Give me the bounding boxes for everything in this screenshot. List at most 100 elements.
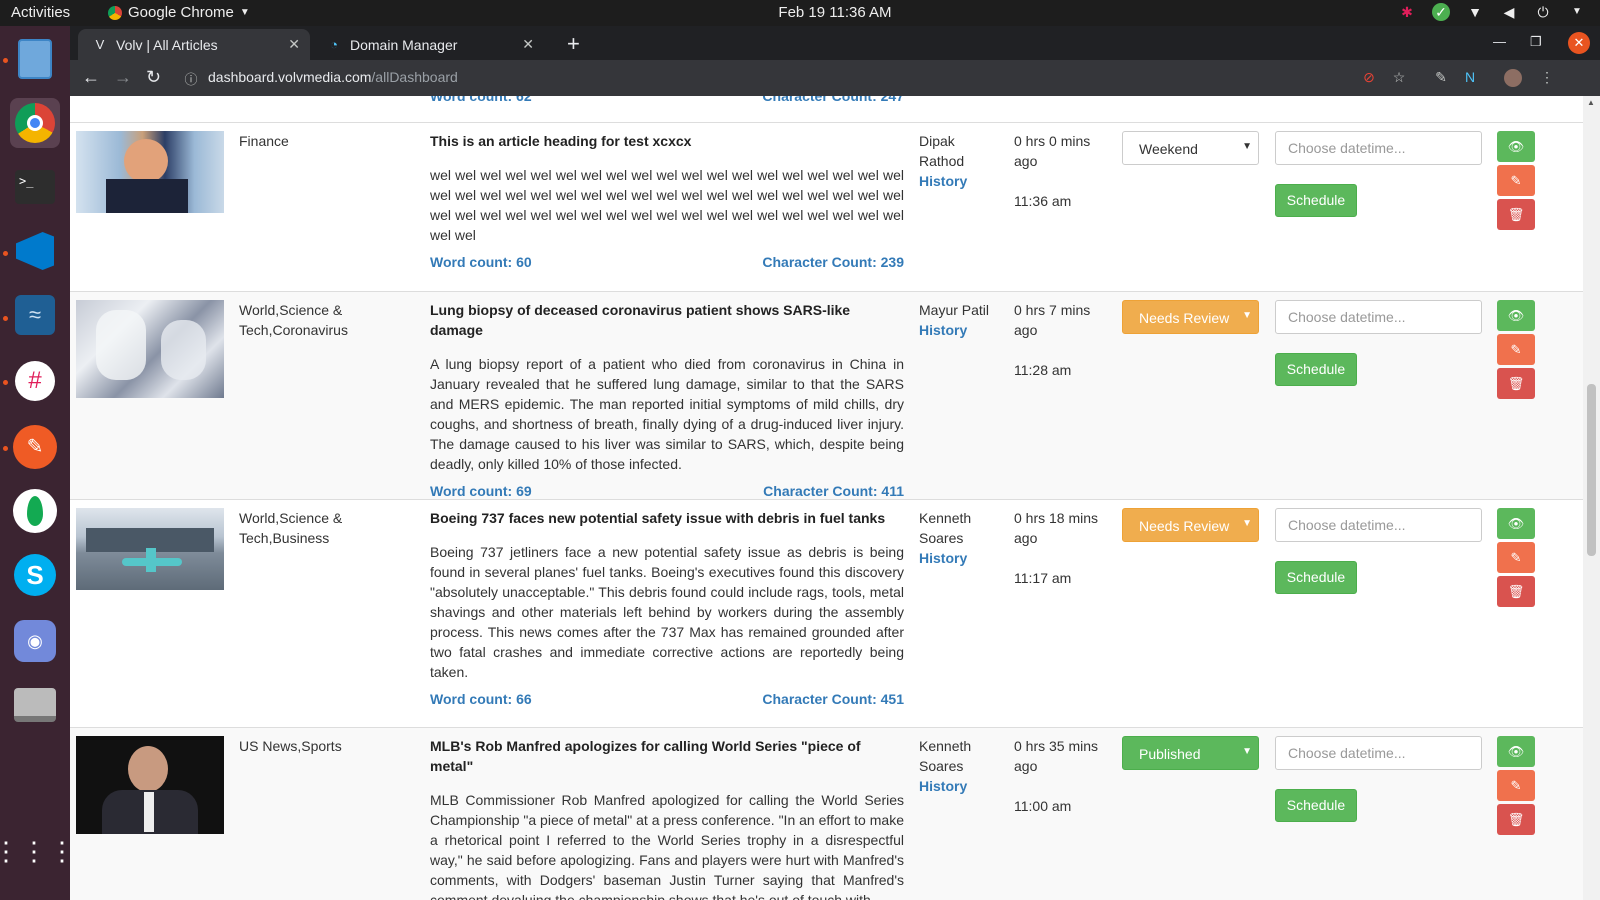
extension-eyedropper-icon[interactable]: ✎ (1432, 69, 1450, 87)
blocked-cookie-icon[interactable]: ⊘ (1360, 69, 1378, 87)
address-bar[interactable]: dashboard.volvmedia.com/allDashboard (208, 69, 458, 85)
article-body: A lung biopsy report of a patient who di… (430, 356, 904, 472)
check-tray-icon[interactable]: ✓ (1432, 3, 1450, 21)
skype-icon[interactable]: S (10, 550, 60, 600)
menu-kebab-icon[interactable]: ⋮ (1538, 69, 1556, 87)
view-button[interactable]: 👁 (1497, 508, 1535, 539)
forward-arrow-icon[interactable]: → (114, 67, 132, 88)
maximize-icon[interactable]: ❐ (1530, 34, 1542, 50)
status-select[interactable]: Weekend ▼ (1122, 131, 1259, 165)
terminal-icon[interactable]: >_ (10, 162, 60, 212)
vscode-icon[interactable] (10, 226, 60, 276)
system-tray[interactable]: ✱ ✓ ▼ ◀ ⏻ ▼ (1398, 3, 1586, 21)
tab-all-articles[interactable]: V Volv | All Articles ✕ (78, 29, 310, 60)
wifi-icon[interactable]: ▼ (1466, 3, 1484, 21)
edit-icon: ✎ (1510, 778, 1522, 793)
word-count-value: 66 (516, 691, 532, 707)
profile-avatar[interactable] (1504, 69, 1522, 87)
system-top-bar: Activities Google Chrome ▼ Feb 19 11:36 … (0, 0, 1600, 26)
close-window-icon[interactable]: ✕ (1568, 32, 1590, 54)
drive-icon[interactable] (10, 680, 60, 730)
volume-icon[interactable]: ◀ (1500, 3, 1518, 21)
article-author: Mayur Patil History (919, 300, 999, 340)
running-indicator (3, 58, 8, 63)
article-content: Boeing 737 faces new potential safety is… (430, 508, 904, 707)
chevron-down-icon[interactable]: ▼ (1568, 3, 1586, 21)
word-count-clipped: Word count: 62 (430, 96, 532, 104)
schedule-button[interactable]: Schedule (1275, 561, 1357, 594)
article-title: MLB's Rob Manfred apologizes for calling… (430, 738, 861, 774)
character-count: Character Count: 239 (762, 254, 904, 270)
article-title: This is an article heading for test xcxc… (430, 133, 692, 149)
delete-button[interactable]: 🗑 (1497, 804, 1535, 835)
view-button[interactable]: 👁 (1497, 736, 1535, 767)
close-tab-icon[interactable]: ✕ (288, 36, 300, 53)
minimize-icon[interactable]: — (1493, 34, 1506, 49)
url-host: dashboard.volvmedia.com (208, 69, 372, 85)
extension-n-icon[interactable]: N (1461, 69, 1479, 87)
character-count: Character Count: 411 (763, 483, 904, 499)
schedule-button[interactable]: Schedule (1275, 184, 1357, 217)
article-author: Kenneth Soares History (919, 736, 999, 796)
status-select[interactable]: Needs Review ▼ (1122, 300, 1259, 334)
scroll-up-icon[interactable]: ▲ (1587, 98, 1595, 107)
discord-icon[interactable]: ◉ (10, 616, 60, 666)
history-link[interactable]: History (919, 550, 967, 566)
app-grid-icon[interactable]: ⋮⋮⋮ (0, 826, 75, 876)
character-count: Character Count: 451 (762, 691, 904, 707)
close-tab-icon[interactable]: ✕ (522, 36, 534, 53)
reload-icon[interactable]: ↻ (146, 67, 161, 88)
chrome-icon[interactable] (10, 98, 60, 148)
article-title: Lung biopsy of deceased coronavirus pati… (430, 302, 851, 338)
history-link[interactable]: History (919, 322, 967, 338)
schedule-button[interactable]: Schedule (1275, 789, 1357, 822)
status-select[interactable]: Published ▼ (1122, 736, 1259, 770)
slack-tray-icon[interactable]: ✱ (1398, 3, 1416, 21)
back-arrow-icon[interactable]: ← (82, 67, 100, 88)
article-thumbnail[interactable] (76, 300, 224, 398)
article-thumbnail[interactable] (76, 736, 224, 834)
new-tab-button[interactable]: + (567, 31, 580, 57)
schedule-datetime-input[interactable] (1275, 300, 1482, 334)
schedule-datetime-input[interactable] (1275, 736, 1482, 770)
browser-toolbar: ← → ↻ ⓘ dashboard.volvmedia.com/allDashb… (70, 60, 1600, 96)
edit-button[interactable]: ✎ (1497, 770, 1535, 801)
delete-button[interactable]: 🗑 (1497, 199, 1535, 230)
wireshark-icon[interactable]: ≈ (10, 290, 60, 340)
schedule-datetime-input[interactable] (1275, 131, 1482, 165)
mongodb-compass-icon[interactable] (10, 486, 60, 536)
status-value: Needs Review (1139, 518, 1230, 534)
scrollbar-thumb[interactable] (1587, 384, 1596, 556)
article-thumbnail[interactable] (76, 131, 224, 213)
table-row: Finance This is an article heading for t… (70, 122, 1583, 291)
schedule-datetime-input[interactable] (1275, 508, 1482, 542)
caret-down-icon: ▼ (1242, 310, 1252, 321)
article-title: Boeing 737 faces new potential safety is… (430, 510, 886, 526)
status-select[interactable]: Needs Review ▼ (1122, 508, 1259, 542)
time-ago: 0 hrs 0 mins ago (1014, 133, 1091, 169)
system-clock[interactable]: Feb 19 11:36 AM (0, 4, 1600, 21)
article-time: 0 hrs 35 mins ago 11:00 am (1014, 736, 1114, 816)
bookmark-star-icon[interactable]: ☆ (1390, 69, 1408, 87)
edit-button[interactable]: ✎ (1497, 165, 1535, 196)
trash-icon: 🗑 (1507, 584, 1525, 599)
tab-domain-manager[interactable]: ◔ Domain Manager ✕ (312, 29, 544, 60)
view-button[interactable]: 👁 (1497, 131, 1535, 162)
schedule-button[interactable]: Schedule (1275, 353, 1357, 386)
edit-button[interactable]: ✎ (1497, 334, 1535, 365)
time-ago: 0 hrs 7 mins ago (1014, 302, 1091, 338)
article-body: Boeing 737 jetliners face a new potentia… (430, 544, 904, 680)
power-icon[interactable]: ⏻ (1534, 3, 1552, 21)
postman-icon[interactable]: ✎ (10, 422, 60, 472)
slack-icon[interactable]: # (10, 356, 60, 406)
files-icon[interactable] (10, 34, 60, 84)
delete-button[interactable]: 🗑 (1497, 576, 1535, 607)
view-button[interactable]: 👁 (1497, 300, 1535, 331)
edit-button[interactable]: ✎ (1497, 542, 1535, 573)
article-thumbnail[interactable] (76, 508, 224, 590)
info-icon[interactable]: ⓘ (182, 69, 200, 87)
page-scrollbar[interactable]: ▲ (1583, 96, 1600, 900)
history-link[interactable]: History (919, 778, 967, 794)
history-link[interactable]: History (919, 173, 967, 189)
delete-button[interactable]: 🗑 (1497, 368, 1535, 399)
